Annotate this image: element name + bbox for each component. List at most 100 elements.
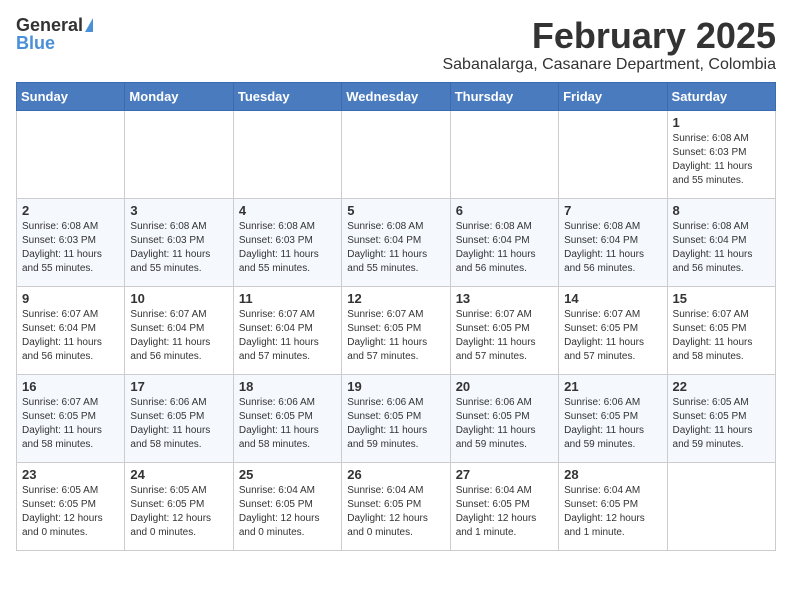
day-number: 21: [564, 379, 661, 394]
day-number: 25: [239, 467, 336, 482]
weekday-header-tuesday: Tuesday: [233, 82, 341, 110]
day-info: Sunrise: 6:07 AM Sunset: 6:05 PM Dayligh…: [456, 308, 553, 364]
calendar-cell: [342, 110, 450, 198]
day-info: Sunrise: 6:08 AM Sunset: 6:04 PM Dayligh…: [347, 220, 444, 276]
calendar-cell: 9 Sunrise: 6:07 AM Sunset: 6:04 PM Daylig…: [17, 286, 125, 374]
calendar-table: SundayMondayTuesdayWednesdayThursdayFrid…: [16, 82, 776, 551]
weekday-header-thursday: Thursday: [450, 82, 558, 110]
calendar-cell: 13Sunrise: 6:07 AM Sunset: 6:05 PM Dayli…: [450, 286, 558, 374]
day-number: 12: [347, 291, 444, 306]
page-header: General Blue February 2025 Sabanalarga, …: [16, 16, 776, 74]
calendar-cell: [233, 110, 341, 198]
day-info: Sunrise: 6:08 AM Sunset: 6:04 PM Dayligh…: [673, 220, 770, 276]
calendar-cell: 1 Sunrise: 6:08 AM Sunset: 6:03 PM Daylig…: [667, 110, 775, 198]
day-info: Sunrise: 6:04 AM Sunset: 6:05 PM Dayligh…: [564, 484, 661, 540]
calendar-cell: 19Sunrise: 6:06 AM Sunset: 6:05 PM Dayli…: [342, 374, 450, 462]
day-number: 6: [456, 203, 553, 218]
day-number: 4: [239, 203, 336, 218]
week-row-4: 16Sunrise: 6:07 AM Sunset: 6:05 PM Dayli…: [17, 374, 776, 462]
day-number: 18: [239, 379, 336, 394]
day-info: Sunrise: 6:05 AM Sunset: 6:05 PM Dayligh…: [673, 396, 770, 452]
weekday-header-wednesday: Wednesday: [342, 82, 450, 110]
day-info: Sunrise: 6:08 AM Sunset: 6:03 PM Dayligh…: [673, 132, 770, 188]
calendar-cell: 20Sunrise: 6:06 AM Sunset: 6:05 PM Dayli…: [450, 374, 558, 462]
month-year-title: February 2025: [442, 16, 776, 56]
calendar-cell: 3 Sunrise: 6:08 AM Sunset: 6:03 PM Daylig…: [125, 198, 233, 286]
day-info: Sunrise: 6:04 AM Sunset: 6:05 PM Dayligh…: [347, 484, 444, 540]
day-number: 7: [564, 203, 661, 218]
calendar-cell: 27 Sunrise: 6:04 AM Sunset: 6:05 PM Dayli…: [450, 462, 558, 550]
day-info: Sunrise: 6:07 AM Sunset: 6:04 PM Dayligh…: [130, 308, 227, 364]
day-info: Sunrise: 6:07 AM Sunset: 6:05 PM Dayligh…: [347, 308, 444, 364]
calendar-cell: 7 Sunrise: 6:08 AM Sunset: 6:04 PM Daylig…: [559, 198, 667, 286]
day-info: Sunrise: 6:08 AM Sunset: 6:04 PM Dayligh…: [564, 220, 661, 276]
location-text: Sabanalarga, Casanare Department, Colomb…: [442, 56, 776, 74]
calendar-cell: 11 Sunrise: 6:07 AM Sunset: 6:04 PM Dayli…: [233, 286, 341, 374]
day-info: Sunrise: 6:07 AM Sunset: 6:05 PM Dayligh…: [564, 308, 661, 364]
day-number: 27: [456, 467, 553, 482]
day-number: 10: [130, 291, 227, 306]
calendar-cell: 12 Sunrise: 6:07 AM Sunset: 6:05 PM Dayli…: [342, 286, 450, 374]
day-number: 19: [347, 379, 444, 394]
weekday-header-row: SundayMondayTuesdayWednesdayThursdayFrid…: [17, 82, 776, 110]
calendar-cell: 25 Sunrise: 6:04 AM Sunset: 6:05 PM Dayli…: [233, 462, 341, 550]
day-info: Sunrise: 6:07 AM Sunset: 6:05 PM Dayligh…: [22, 396, 119, 452]
day-info: Sunrise: 6:05 AM Sunset: 6:05 PM Dayligh…: [22, 484, 119, 540]
weekday-header-sunday: Sunday: [17, 82, 125, 110]
day-info: Sunrise: 6:08 AM Sunset: 6:03 PM Dayligh…: [239, 220, 336, 276]
week-row-2: 2Sunrise: 6:08 AM Sunset: 6:03 PM Daylig…: [17, 198, 776, 286]
calendar-cell: 26 Sunrise: 6:04 AM Sunset: 6:05 PM Dayli…: [342, 462, 450, 550]
calendar-cell: 6 Sunrise: 6:08 AM Sunset: 6:04 PM Daylig…: [450, 198, 558, 286]
calendar-cell: 22 Sunrise: 6:05 AM Sunset: 6:05 PM Dayli…: [667, 374, 775, 462]
calendar-cell: 16Sunrise: 6:07 AM Sunset: 6:05 PM Dayli…: [17, 374, 125, 462]
calendar-cell: 10 Sunrise: 6:07 AM Sunset: 6:04 PM Dayli…: [125, 286, 233, 374]
logo-general-text: General: [16, 16, 83, 34]
day-number: 9: [22, 291, 119, 306]
calendar-cell: [125, 110, 233, 198]
day-number: 11: [239, 291, 336, 306]
weekday-header-friday: Friday: [559, 82, 667, 110]
day-info: Sunrise: 6:07 AM Sunset: 6:04 PM Dayligh…: [239, 308, 336, 364]
calendar-cell: 5 Sunrise: 6:08 AM Sunset: 6:04 PM Daylig…: [342, 198, 450, 286]
day-number: 17: [130, 379, 227, 394]
calendar-cell: 2Sunrise: 6:08 AM Sunset: 6:03 PM Daylig…: [17, 198, 125, 286]
calendar-cell: 4 Sunrise: 6:08 AM Sunset: 6:03 PM Daylig…: [233, 198, 341, 286]
weekday-header-saturday: Saturday: [667, 82, 775, 110]
day-info: Sunrise: 6:08 AM Sunset: 6:04 PM Dayligh…: [456, 220, 553, 276]
day-info: Sunrise: 6:07 AM Sunset: 6:04 PM Dayligh…: [22, 308, 119, 364]
day-info: Sunrise: 6:04 AM Sunset: 6:05 PM Dayligh…: [239, 484, 336, 540]
day-info: Sunrise: 6:06 AM Sunset: 6:05 PM Dayligh…: [456, 396, 553, 452]
day-number: 5: [347, 203, 444, 218]
calendar-cell: 8 Sunrise: 6:08 AM Sunset: 6:04 PM Daylig…: [667, 198, 775, 286]
day-info: Sunrise: 6:05 AM Sunset: 6:05 PM Dayligh…: [130, 484, 227, 540]
calendar-cell: [450, 110, 558, 198]
day-info: Sunrise: 6:04 AM Sunset: 6:05 PM Dayligh…: [456, 484, 553, 540]
logo-blue-text: Blue: [16, 34, 55, 52]
day-number: 26: [347, 467, 444, 482]
calendar-cell: [17, 110, 125, 198]
day-number: 15: [673, 291, 770, 306]
day-number: 22: [673, 379, 770, 394]
week-row-5: 23 Sunrise: 6:05 AM Sunset: 6:05 PM Dayli…: [17, 462, 776, 550]
day-info: Sunrise: 6:08 AM Sunset: 6:03 PM Dayligh…: [130, 220, 227, 276]
calendar-cell: 23 Sunrise: 6:05 AM Sunset: 6:05 PM Dayli…: [17, 462, 125, 550]
day-number: 3: [130, 203, 227, 218]
day-info: Sunrise: 6:07 AM Sunset: 6:05 PM Dayligh…: [673, 308, 770, 364]
day-number: 14: [564, 291, 661, 306]
calendar-cell: 18 Sunrise: 6:06 AM Sunset: 6:05 PM Dayli…: [233, 374, 341, 462]
calendar-cell: [559, 110, 667, 198]
calendar-cell: 21Sunrise: 6:06 AM Sunset: 6:05 PM Dayli…: [559, 374, 667, 462]
calendar-cell: [667, 462, 775, 550]
day-info: Sunrise: 6:06 AM Sunset: 6:05 PM Dayligh…: [239, 396, 336, 452]
calendar-cell: 28Sunrise: 6:04 AM Sunset: 6:05 PM Dayli…: [559, 462, 667, 550]
day-number: 24: [130, 467, 227, 482]
day-number: 23: [22, 467, 119, 482]
logo-triangle-icon: [85, 18, 93, 32]
day-info: Sunrise: 6:06 AM Sunset: 6:05 PM Dayligh…: [130, 396, 227, 452]
logo: General Blue: [16, 16, 93, 52]
day-number: 1: [673, 115, 770, 130]
calendar-cell: 14 Sunrise: 6:07 AM Sunset: 6:05 PM Dayli…: [559, 286, 667, 374]
calendar-cell: 24 Sunrise: 6:05 AM Sunset: 6:05 PM Dayli…: [125, 462, 233, 550]
day-info: Sunrise: 6:08 AM Sunset: 6:03 PM Dayligh…: [22, 220, 119, 276]
day-number: 8: [673, 203, 770, 218]
